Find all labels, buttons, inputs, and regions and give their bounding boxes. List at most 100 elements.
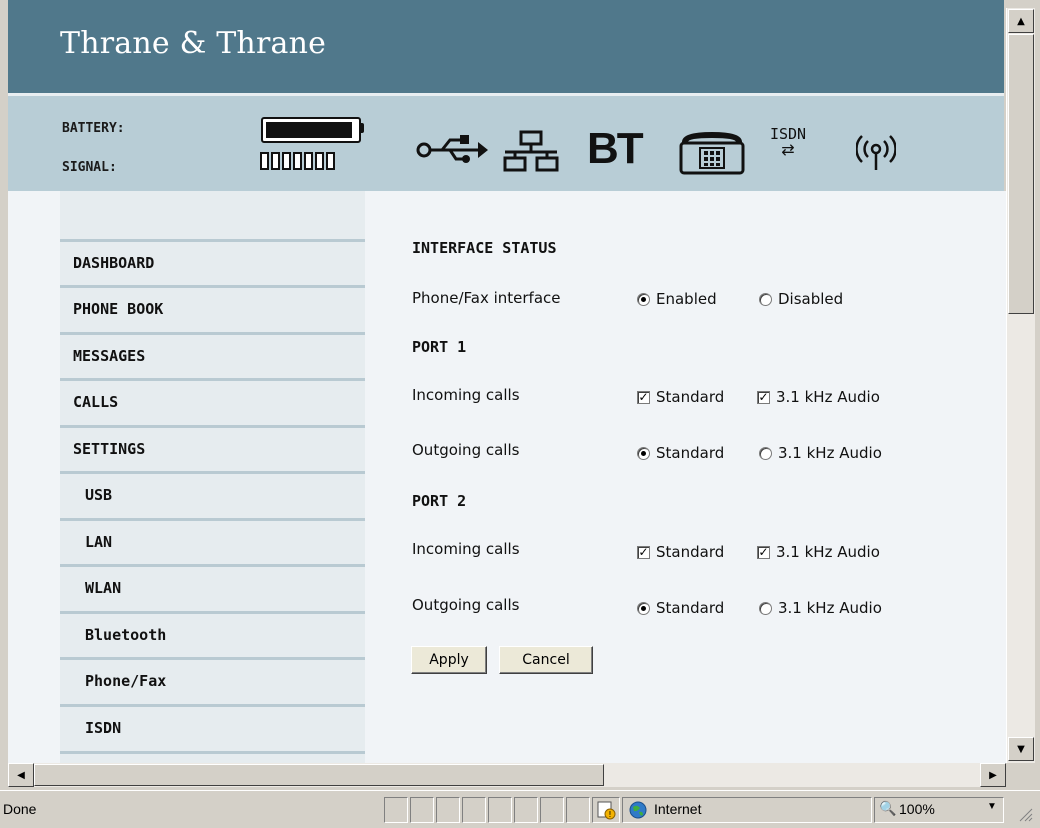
sidebar-item-phone-book[interactable]: PHONE BOOK [60,285,365,329]
apply-button[interactable]: Apply [411,646,487,674]
status-cell [488,797,512,823]
zoom-icon: 🔍 [879,800,897,816]
scroll-right-button[interactable]: ▶ [980,763,1006,787]
port1-outgoing-standard-label: Standard [656,444,725,462]
battery-level-fill [266,122,352,138]
battery-indicator [261,117,361,143]
sidebar-item-phone-fax[interactable]: Phone/Fax [60,657,365,701]
port1-heading: PORT 1 [412,338,467,356]
signal-bar [271,152,280,170]
phonefax-enabled-option[interactable]: Enabled [637,290,717,308]
port2-incoming-standard-option[interactable]: ✓ Standard [637,543,724,561]
status-cell [462,797,486,823]
security-cell: ! [592,797,620,823]
bluetooth-icon[interactable]: BT [587,124,644,174]
signal-indicator [260,152,335,170]
zoom-level: 100% [899,801,935,817]
port2-heading: PORT 2 [412,492,467,510]
brand-logo: Thrane & Thrane [60,26,327,61]
port1-incoming-audio-label: 3.1 kHz Audio [776,388,880,406]
battery-tip [359,123,364,133]
port1-incoming-standard-checkbox[interactable]: ✓ [637,390,650,404]
port1-incoming-audio-option[interactable]: ✓ 3.1 kHz Audio [757,388,880,406]
port1-incoming-standard-label: Standard [656,388,725,406]
signal-bar [260,152,269,170]
status-cell [384,797,408,823]
scroll-up-button[interactable]: ▲ [1008,9,1034,33]
phone-icon[interactable] [678,128,746,176]
port1-outgoing-standard-radio[interactable] [637,446,650,460]
port1-outgoing-label: Outgoing calls [412,441,520,459]
signal-bar [326,152,335,170]
battery-label: BATTERY: [62,121,125,136]
wlan-icon[interactable] [856,132,896,172]
port1-incoming-label: Incoming calls [412,386,520,404]
scrollbar-corner [1006,763,1034,787]
port2-outgoing-standard-radio[interactable] [637,601,650,615]
vertical-scroll-thumb[interactable] [1008,34,1034,314]
svg-text:!: ! [608,810,611,819]
port1-outgoing-standard-option[interactable]: Standard [637,444,724,462]
port2-incoming-audio-label: 3.1 kHz Audio [776,543,880,561]
status-cell [514,797,538,823]
sidebar-item-wlan[interactable]: WLAN [60,564,365,608]
port2-incoming-audio-option[interactable]: ✓ 3.1 kHz Audio [757,543,880,561]
isdn-icon[interactable]: ISDN ⇄ [768,126,808,158]
browser-status-bar: Done ! Internet 🔍 100% ▼ [0,790,1040,828]
port2-outgoing-audio-option[interactable]: 3.1 kHz Audio [759,599,882,617]
port2-incoming-label: Incoming calls [412,540,520,558]
port2-outgoing-audio-radio[interactable] [759,601,772,615]
lan-icon[interactable] [503,130,559,174]
page-warning-icon: ! [597,801,616,820]
interface-status-heading: INTERFACE STATUS [412,239,557,257]
signal-bar [304,152,313,170]
resize-grip-icon[interactable] [1016,805,1034,823]
port2-outgoing-standard-label: Standard [656,599,725,617]
phonefax-disabled-option[interactable]: Disabled [759,290,843,308]
horizontal-scroll-thumb[interactable] [34,764,604,786]
port2-incoming-standard-checkbox[interactable]: ✓ [637,545,650,559]
status-cell [436,797,460,823]
sidebar-divider [60,751,365,754]
zone-cell: Internet [622,797,872,823]
zoom-cell[interactable]: 🔍 100% ▼ [874,797,1004,823]
scroll-down-button[interactable]: ▼ [1008,737,1034,761]
port1-incoming-standard-option[interactable]: ✓ Standard [637,388,724,406]
signal-bar [282,152,291,170]
port1-outgoing-audio-option[interactable]: 3.1 kHz Audio [759,444,882,462]
zone-label: Internet [654,801,702,817]
cancel-button[interactable]: Cancel [499,646,593,674]
sidebar-item-isdn[interactable]: ISDN [60,704,365,748]
phonefax-interface-label: Phone/Fax interface [412,289,561,307]
port2-incoming-standard-label: Standard [656,543,725,561]
sidebar-item-dashboard[interactable]: DASHBOARD [60,239,365,283]
port1-outgoing-audio-radio[interactable] [759,446,772,460]
horizontal-scrollbar[interactable]: ◀ ▶ [8,763,1006,787]
sidebar-nav: DASHBOARD PHONE BOOK MESSAGES CALLS SETT… [60,191,365,763]
signal-bar [315,152,324,170]
scroll-left-button[interactable]: ◀ [8,763,34,787]
signal-bar [293,152,302,170]
usb-icon[interactable] [416,132,488,168]
isdn-arrows-icon: ⇄ [781,140,795,159]
port2-incoming-audio-checkbox[interactable]: ✓ [757,545,770,559]
vertical-scrollbar[interactable]: ▲ ▼ [1006,8,1035,763]
sidebar-item-usb[interactable]: USB [60,471,365,515]
phonefax-enabled-radio[interactable] [637,292,650,306]
port1-outgoing-audio-label: 3.1 kHz Audio [778,444,882,462]
sidebar-item-lan[interactable]: LAN [60,518,365,562]
phonefax-disabled-label: Disabled [778,290,844,308]
sidebar-item-settings[interactable]: SETTINGS [60,425,365,469]
port2-outgoing-standard-option[interactable]: Standard [637,599,724,617]
zoom-dropdown-icon[interactable]: ▼ [987,801,997,812]
sidebar-item-bluetooth[interactable]: Bluetooth [60,611,365,655]
port1-incoming-audio-checkbox[interactable]: ✓ [757,390,770,404]
sidebar-item-messages[interactable]: MESSAGES [60,332,365,376]
status-cell [566,797,590,823]
status-text: Done [3,801,37,817]
sidebar-item-calls[interactable]: CALLS [60,378,365,422]
phonefax-disabled-radio[interactable] [759,292,772,306]
signal-label: SIGNAL: [62,160,117,175]
status-cell [410,797,434,823]
header-banner: Thrane & Thrane [8,0,1004,93]
